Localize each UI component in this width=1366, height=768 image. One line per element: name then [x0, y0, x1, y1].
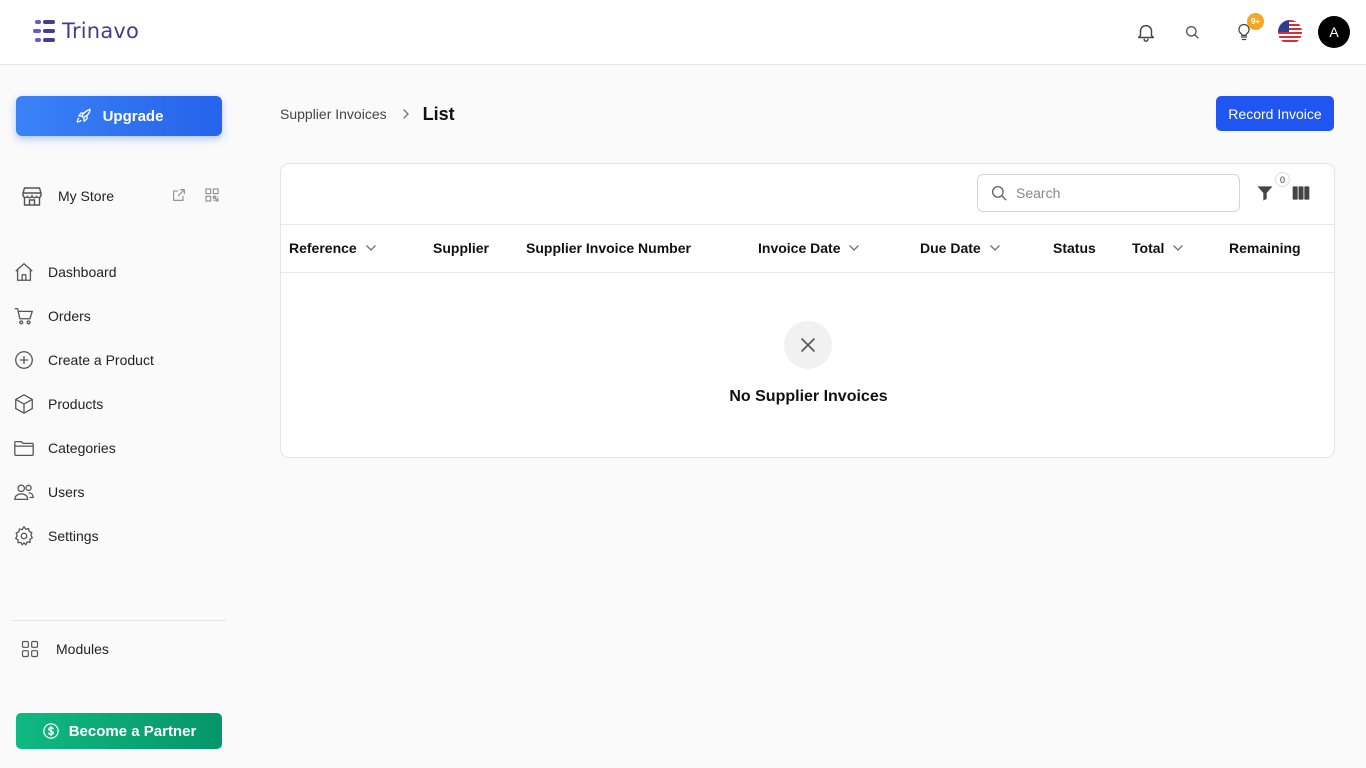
plus-circle-icon [12, 348, 36, 372]
search-icon [991, 185, 1007, 201]
column-label: Invoice Date [758, 240, 841, 256]
sidebar-item-label: Orders [48, 308, 91, 324]
sidebar-item-label: Dashboard [48, 264, 117, 280]
store-label: My Store [58, 188, 115, 204]
sidebar-item-products[interactable]: Products [12, 382, 222, 426]
brand-logo[interactable]: Trinavo [33, 17, 139, 45]
chevron-down-icon [849, 245, 860, 251]
grid-icon [21, 640, 39, 658]
breadcrumb-supplier-invoices[interactable]: Supplier Invoices [280, 106, 387, 122]
rocket-icon [76, 108, 91, 123]
sidebar-item-label: Settings [48, 528, 99, 544]
folder-icon [12, 436, 36, 460]
sidebar-item-dashboard[interactable]: Dashboard [12, 250, 222, 294]
invoices-card: 0 Reference Supplier Supplier Invoice Nu… [280, 163, 1335, 458]
column-reference[interactable]: Reference [289, 240, 377, 256]
tips-badge: 9+ [1247, 13, 1264, 30]
us-flag-icon[interactable] [1278, 20, 1302, 44]
empty-state-close-icon [784, 321, 832, 369]
page-title: List [422, 103, 455, 124]
column-label: Status [1053, 240, 1096, 256]
sidebar-item-label: Users [48, 484, 85, 500]
column-due-date[interactable]: Due Date [920, 240, 1001, 256]
table-header: Reference Supplier Supplier Invoice Numb… [281, 224, 1334, 273]
column-label: Remaining [1229, 240, 1301, 256]
sidebar-item-modules[interactable]: Modules [20, 637, 109, 661]
sidebar-item-label: Create a Product [48, 352, 154, 368]
column-remaining: Remaining [1229, 240, 1301, 256]
sidebar-item-categories[interactable]: Categories [12, 426, 222, 470]
sidebar-nav: Dashboard Orders Create a Product Produc… [12, 250, 222, 558]
cart-icon [12, 304, 36, 328]
sidebar-item-create-product[interactable]: Create a Product [12, 338, 222, 382]
box-icon [12, 392, 36, 416]
become-partner-button[interactable]: Become a Partner [16, 713, 222, 749]
home-icon [12, 260, 36, 284]
store-icon [22, 187, 42, 206]
filter-count-badge: 0 [1275, 172, 1290, 187]
chevron-down-icon [989, 245, 1000, 251]
column-status: Status [1053, 240, 1096, 256]
sidebar-divider [12, 620, 226, 621]
column-total[interactable]: Total [1132, 240, 1184, 256]
chevron-down-icon [1173, 245, 1184, 251]
column-label: Supplier Invoice Number [526, 240, 691, 256]
search-icon[interactable] [1178, 18, 1206, 46]
qr-code-icon[interactable] [204, 187, 220, 203]
gear-icon [12, 524, 36, 548]
sidebar-item-users[interactable]: Users [12, 470, 222, 514]
column-invoice-date[interactable]: Invoice Date [758, 240, 860, 256]
external-link-icon[interactable] [171, 187, 187, 203]
column-label: Due Date [920, 240, 981, 256]
column-label: Supplier [433, 240, 490, 256]
chevron-down-icon [365, 245, 376, 251]
record-invoice-button[interactable]: Record Invoice [1216, 96, 1334, 131]
breadcrumb: Supplier Invoices List [280, 101, 455, 127]
sidebar-item-orders[interactable]: Orders [12, 294, 222, 338]
chevron-right-icon [401, 108, 411, 120]
logo-icon [33, 20, 55, 42]
users-icon [12, 480, 36, 504]
user-avatar[interactable]: A [1318, 16, 1350, 48]
notification-bell-icon[interactable] [1132, 18, 1160, 46]
filter-icon[interactable] [1255, 183, 1275, 203]
my-store[interactable]: My Store [20, 183, 220, 209]
partner-label: Become a Partner [68, 722, 197, 740]
search-box[interactable] [977, 174, 1240, 212]
column-supplier: Supplier [433, 240, 489, 256]
empty-state-message: No Supplier Invoices [729, 388, 888, 405]
columns-icon[interactable] [1291, 183, 1311, 203]
modules-label: Modules [56, 641, 109, 657]
top-bar: Trinavo 9+ A [0, 0, 1366, 65]
sidebar-item-label: Products [48, 396, 104, 412]
sidebar-item-settings[interactable]: Settings [12, 514, 222, 558]
column-label: Reference [289, 240, 357, 256]
sidebar-item-label: Categories [48, 440, 116, 456]
brand-name: Trinavo [62, 19, 140, 43]
column-supplier-invoice-number: Supplier Invoice Number [526, 240, 691, 256]
search-input[interactable] [1016, 185, 1226, 201]
column-label: Total [1132, 240, 1165, 256]
upgrade-label: Upgrade [102, 107, 164, 125]
dollar-icon [42, 723, 59, 739]
upgrade-button[interactable]: Upgrade [16, 96, 222, 136]
